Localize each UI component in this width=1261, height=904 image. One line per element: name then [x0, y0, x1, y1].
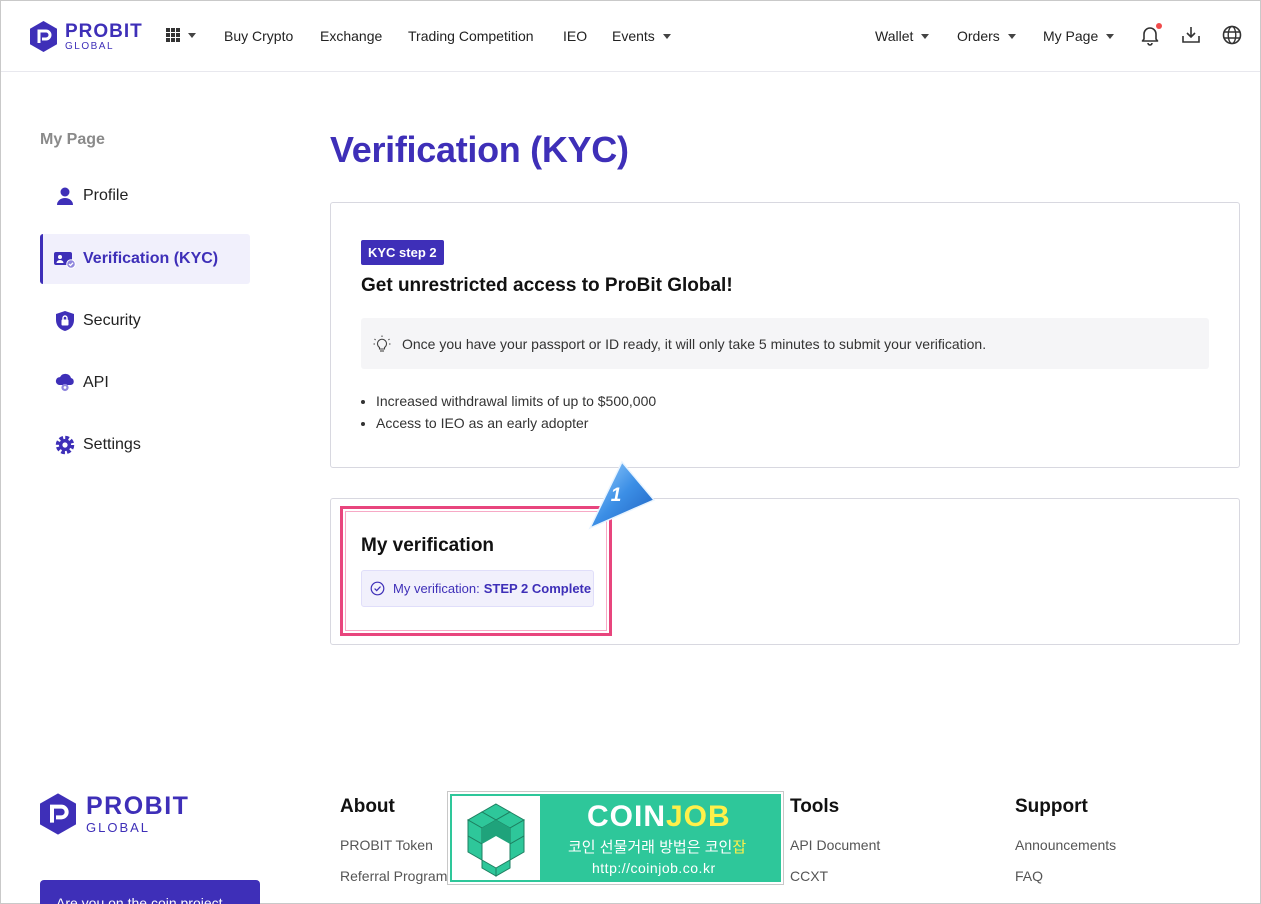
footer-cta-button[interactable]: Are you on the coin project... [40, 880, 260, 904]
logo-subtext: GLOBAL [65, 40, 115, 52]
sidebar-item-security[interactable]: Security [40, 296, 250, 346]
verification-status-badge: My verification: STEP 2 Complete [361, 570, 594, 607]
check-circle-icon [370, 581, 385, 596]
sidebar-item-settings[interactable]: Settings [40, 420, 250, 470]
nav-ieo[interactable]: IEO [563, 28, 587, 44]
sidebar-item-label: Profile [83, 187, 129, 204]
footer-logo-text: PROBIT [86, 792, 190, 820]
language-button[interactable] [1221, 24, 1243, 46]
sidebar-title: My Page [40, 131, 105, 148]
nav-wallet[interactable]: Wallet [875, 28, 930, 44]
footer-link[interactable]: PROBIT Token [340, 837, 433, 853]
sidebar-item-profile[interactable]: Profile [40, 171, 250, 221]
nav-label: Events [612, 28, 655, 44]
globe-icon [1222, 25, 1242, 45]
chevron-down-icon [921, 33, 930, 39]
logo-text: PROBIT [65, 20, 143, 42]
nav-label: IEO [563, 28, 588, 44]
nav-label: Trading Competition [408, 28, 534, 44]
chevron-down-icon [188, 32, 196, 38]
footer-logo[interactable]: PROBIT GLOBAL [40, 793, 189, 835]
nav-label: Buy Crypto [224, 28, 294, 44]
footer-about-title: About [340, 796, 395, 817]
brand-part: COIN [587, 800, 666, 833]
top-header: PROBIT GLOBAL Buy Crypto Exchange Tradin… [1, 1, 1260, 72]
probit-logo-icon [30, 21, 57, 52]
coinjob-logo-image [452, 796, 540, 880]
nav-buy-crypto[interactable]: Buy Crypto [224, 28, 293, 44]
benefit-item: Access to IEO as an early adopter [376, 412, 656, 434]
tagline-part: 잡 [732, 839, 747, 856]
gear-icon [54, 434, 76, 456]
sidebar-item-label: Security [83, 312, 141, 329]
nav-events[interactable]: Events [612, 28, 671, 44]
nav-exchange[interactable]: Exchange [320, 28, 382, 44]
chevron-down-icon [1106, 33, 1115, 39]
footer-link[interactable]: CCXT [790, 868, 828, 884]
footer-link[interactable]: FAQ [1015, 868, 1043, 884]
notification-dot [1156, 23, 1162, 29]
nav-label: My Page [1043, 28, 1099, 44]
nav-label: Wallet [875, 28, 914, 44]
footer-link[interactable]: API Document [790, 837, 880, 853]
footer-link[interactable]: Referral Program [340, 868, 447, 884]
sidebar-item-label: API [83, 374, 109, 391]
footer-link[interactable]: Announcements [1015, 837, 1116, 853]
status-value: STEP 2 Complete [483, 581, 592, 596]
sidebar-item-verification[interactable]: Verification (KYC) [40, 234, 250, 284]
sidebar-item-label: Settings [83, 436, 141, 453]
sidebar-item-api[interactable]: API [40, 358, 250, 408]
kyc-card-heading: Get unrestricted access to ProBit Global… [361, 275, 733, 296]
id-card-icon [54, 248, 76, 270]
coinjob-tagline: 코인 선물거래 방법은 코인잡 [568, 836, 746, 857]
sidebar-item-label: Verification (KYC) [83, 250, 219, 267]
download-icon [1182, 27, 1200, 43]
footer-support-title: Support [1015, 796, 1088, 817]
nav-label: Orders [957, 28, 1000, 44]
kyc-step-badge: KYC step 2 [361, 240, 444, 265]
kyc-card: KYC step 2 Get unrestricted access to Pr… [330, 202, 1240, 468]
page-title: Verification (KYC) [330, 129, 629, 170]
annotation-arrow-icon [588, 460, 656, 530]
person-icon [54, 185, 76, 207]
kyc-benefits-list: Increased withdrawal limits of up to $50… [376, 390, 656, 434]
chevron-down-icon [662, 33, 671, 39]
apps-grid-icon [166, 28, 180, 42]
nav-orders[interactable]: Orders [957, 28, 1016, 44]
tagline-part: 코인 선물거래 방법은 코인 [568, 839, 733, 856]
nav-trading-competition[interactable]: Trading Competition [408, 28, 534, 44]
kyc-tip-text: Once you have your passport or ID ready,… [402, 335, 987, 352]
cloud-gear-icon [54, 372, 76, 394]
annotation-number: 1 [610, 485, 622, 506]
brand-part: JOB [666, 800, 731, 833]
coinjob-brand: COINJOB [587, 800, 731, 834]
download-button[interactable] [1180, 24, 1202, 46]
footer-tools-title: Tools [790, 796, 840, 817]
nav-my-page[interactable]: My Page [1043, 28, 1115, 44]
probit-logo-icon [40, 793, 76, 835]
coinjob-url: http://coinjob.co.kr [592, 860, 716, 876]
footer-logo-subtext: GLOBAL [86, 820, 151, 835]
status-prefix: My verification: [393, 581, 480, 596]
shield-lock-icon [54, 310, 76, 332]
notifications-button[interactable] [1139, 23, 1162, 46]
lightbulb-icon [373, 335, 391, 352]
kyc-tip: Once you have your passport or ID ready,… [361, 318, 1209, 369]
apps-menu[interactable] [166, 28, 196, 42]
chevron-down-icon [1007, 33, 1016, 39]
benefit-item: Increased withdrawal limits of up to $50… [376, 390, 656, 412]
nav-label: Exchange [320, 28, 383, 44]
my-verification-title: My verification [361, 535, 495, 556]
probit-logo[interactable]: PROBIT GLOBAL [30, 21, 143, 52]
coinjob-banner[interactable]: COINJOB 코인 선물거래 방법은 코인잡 http://coinjob.c… [447, 791, 784, 885]
